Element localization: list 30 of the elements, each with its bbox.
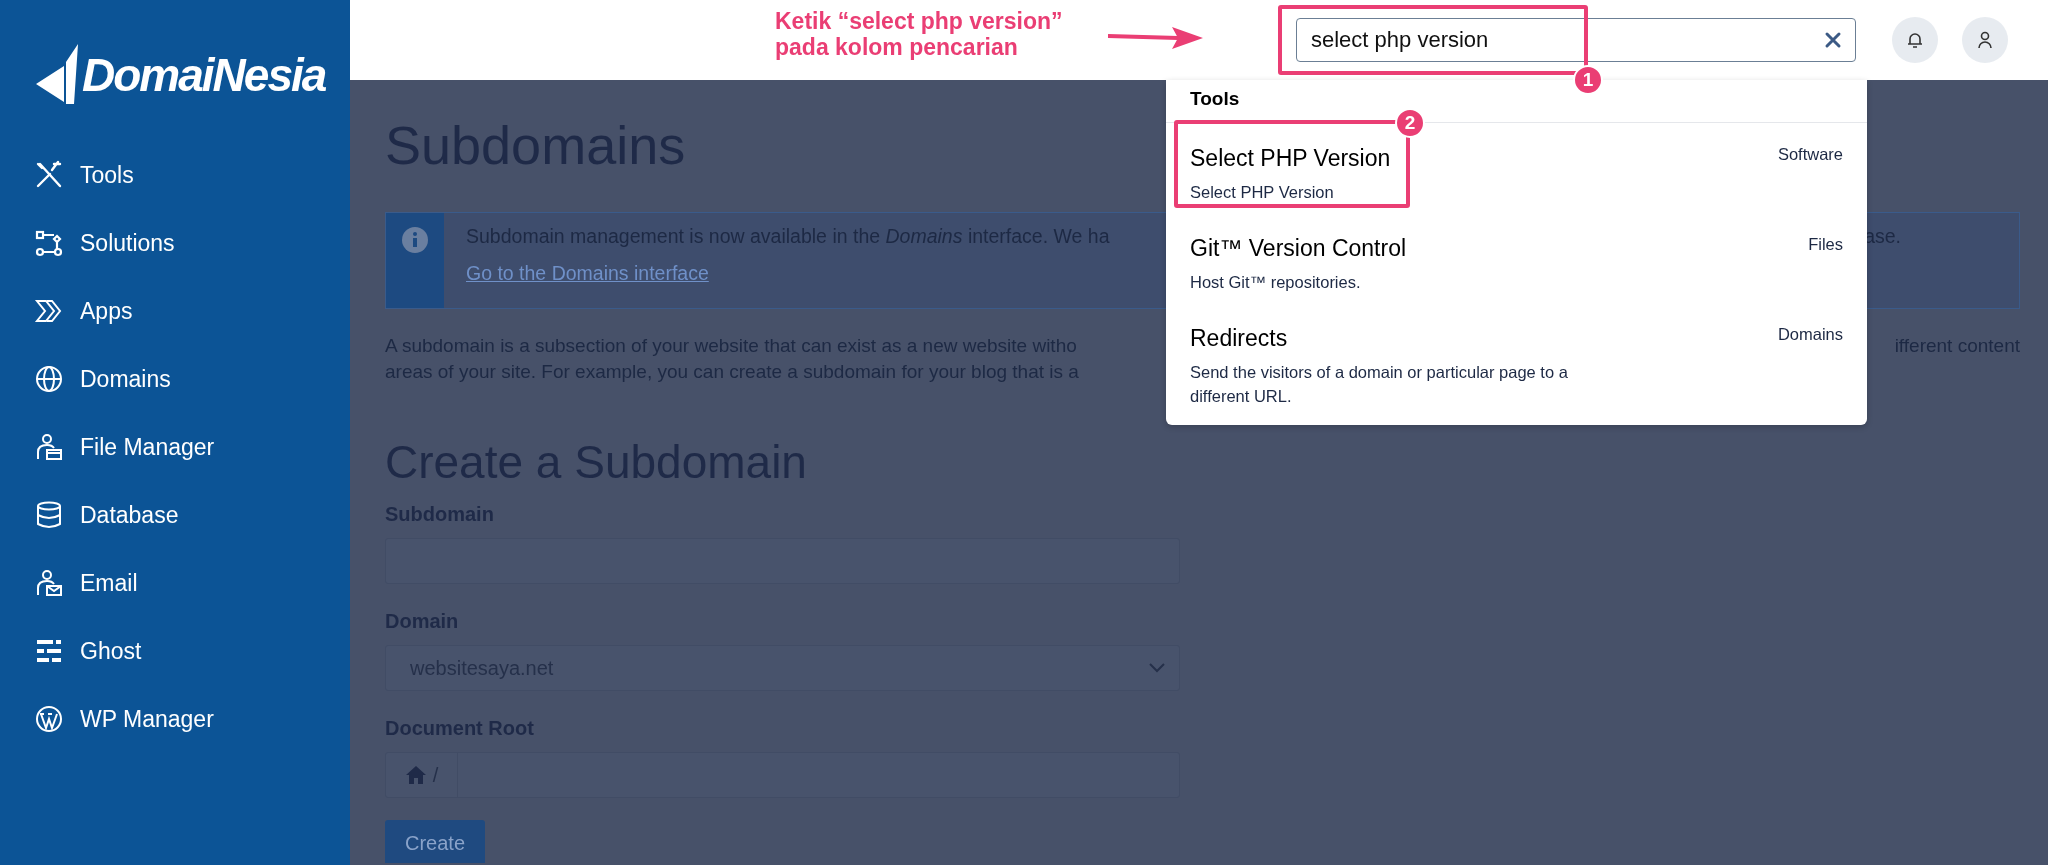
close-icon[interactable]: [1824, 31, 1842, 49]
user-folder-icon: [34, 432, 64, 462]
path-prefix: /: [432, 763, 439, 787]
info-icon: [402, 227, 428, 253]
sidebar-item[interactable]: File Manager: [34, 432, 350, 462]
sidebar-item[interactable]: Domains: [34, 364, 350, 394]
tools-icon: [34, 160, 64, 190]
chevron-down-icon: [1149, 663, 1165, 673]
home-icon: [404, 765, 427, 785]
globe-icon: [34, 364, 64, 394]
sidebar-item[interactable]: Apps: [34, 296, 350, 326]
sidebar-item[interactable]: Ghost: [34, 636, 350, 666]
search-result[interactable]: Git™ Version Control Host Git™ repositories. Files: [1166, 212, 1867, 303]
search-field[interactable]: select php version: [1296, 18, 1856, 62]
user-icon: [1975, 30, 1995, 50]
sidebar-item[interactable]: WP Manager: [34, 704, 350, 734]
sidebar-item[interactable]: Tools: [34, 160, 350, 190]
user-mail-icon: [34, 568, 64, 598]
bell-icon: [1905, 30, 1925, 50]
wordpress-icon: [34, 704, 64, 734]
user-button[interactable]: [1962, 17, 2008, 63]
database-icon: [34, 500, 64, 530]
flow-icon: [34, 228, 64, 258]
sidebar-item[interactable]: Email: [34, 568, 350, 598]
annotation-text: Ketik “select php version” pada kolom pencarian: [775, 8, 1063, 61]
logo: DomaiNesia: [82, 48, 326, 102]
sidebar-item[interactable]: Database: [34, 500, 350, 530]
sidebar-item[interactable]: Solutions: [34, 228, 350, 258]
search-result[interactable]: Redirects Send the visitors of a domain or particular page to a different URL. Domains: [1166, 302, 1867, 417]
notification-button[interactable]: [1892, 17, 1938, 63]
